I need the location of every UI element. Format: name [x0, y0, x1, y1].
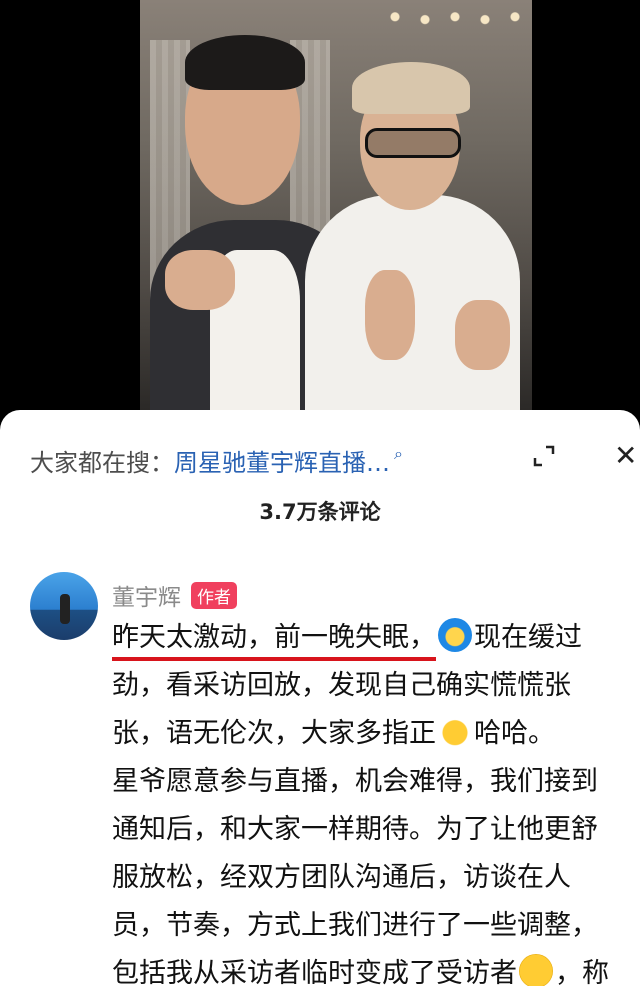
blue-hair-emoji-icon: [438, 618, 472, 652]
folded-hands-emoji-icon: [438, 714, 472, 748]
comment-text: 昨天太激动，前一晚失眠， 现在缓过 劲，看采访回放，发现自己确实慌慌张 张，语无伦…: [112, 614, 632, 986]
comment-line: 服放松，经双方团队沟通后，访谈在人: [112, 862, 571, 893]
comment-line: 张，语无伦次，大家多指正 哈哈。: [112, 710, 632, 758]
author-row: 董宇辉 作者: [112, 578, 237, 612]
comment-line: 昨天太激动，前一晚失眠， 现在缓过: [112, 614, 632, 662]
comment-line: 星爷愿意参与直播，机会难得，我们接到: [112, 766, 598, 797]
search-prefix: 大家都在搜：: [30, 448, 174, 477]
avatar[interactable]: [30, 572, 98, 640]
chandelier: [380, 0, 530, 28]
expand-icon[interactable]: [532, 444, 556, 468]
comments-panel: 大家都在搜： 周星驰董宇辉直播… ⌕ ✕ 3.7万条评论 董宇辉 作者 昨天太激…: [0, 410, 640, 986]
comment-line: 通知后，和大家一样期待。为了让他更舒: [112, 814, 598, 845]
photo-content: [140, 0, 532, 410]
underlined-text: 昨天太激动，前一晚失眠，: [112, 619, 436, 661]
post-photo[interactable]: [0, 0, 640, 410]
author-badge: 作者: [191, 581, 237, 609]
grinning-emoji-icon: [519, 954, 553, 986]
comment-line: 员，节奏，方式上我们进行了一些调整，: [112, 910, 598, 941]
comment-line: 劲，看采访回放，发现自己确实慌慌张: [112, 670, 571, 701]
search-term-link[interactable]: 周星驰董宇辉直播…: [174, 443, 390, 478]
comment-count: 3.7万条评论: [259, 500, 381, 524]
search-icon[interactable]: ⌕: [394, 444, 403, 464]
comment-line: 包括我从采访者临时变成了受访者 ，称: [112, 950, 632, 986]
close-icon[interactable]: ✕: [614, 442, 637, 470]
author-name[interactable]: 董宇辉: [112, 578, 181, 612]
